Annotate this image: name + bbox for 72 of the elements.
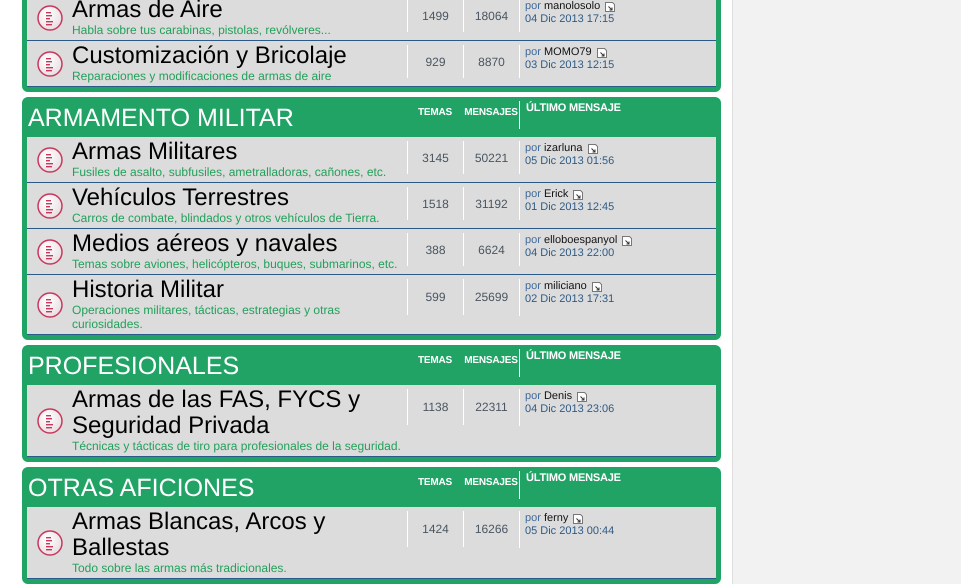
page-arrow-icon[interactable] — [588, 144, 598, 154]
last-post-date: 02 Dic 2013 17:31 — [525, 293, 614, 305]
last-post-date: 04 Dic 2013 17:15 — [525, 13, 614, 25]
column-header: MENSAJES — [464, 476, 518, 490]
topic-count: 3145 — [407, 141, 463, 174]
forum-description: Temas sobre aviones, helicópteros, buques, submarinos, etc. — [72, 257, 398, 271]
page-arrow-icon[interactable] — [605, 2, 616, 12]
topic-count: 599 — [407, 279, 463, 315]
forum-icon — [37, 192, 63, 218]
last-post-date: 04 Dic 2013 23:06 — [525, 403, 614, 415]
page-arrow-icon[interactable] — [573, 190, 584, 200]
last-post-by: por izarluna — [525, 142, 582, 155]
column-header: MENSAJES — [464, 106, 518, 120]
forum-title[interactable]: Armas Militares — [72, 139, 386, 165]
column-header: ÚLTIMO MENSAJE — [519, 101, 621, 129]
column-header: ÚLTIMO MENSAJE — [519, 471, 621, 499]
forum-icon — [37, 408, 63, 434]
post-count: 22311 — [463, 389, 519, 425]
last-post-by: por MOMO79 — [525, 46, 592, 59]
forum-icon — [37, 292, 63, 318]
forum-title[interactable]: Medios aéreos y navales — [72, 231, 398, 257]
last-post-by: por Erick — [525, 188, 568, 201]
last-post-date: 01 Dic 2013 12:45 — [525, 201, 614, 213]
forum-description: Reparaciones y modificaciones de armas de aire — [72, 69, 332, 83]
topic-count: 929 — [407, 45, 463, 78]
forum-description: Carros de combate, blindados y otros vehículos de Tierra. — [72, 211, 380, 225]
topic-count: 1138 — [407, 389, 463, 425]
page-arrow-icon[interactable] — [596, 48, 607, 58]
last-post-date: 05 Dic 2013 01:56 — [525, 155, 614, 167]
post-count: 50221 — [463, 141, 519, 174]
topic-count: 1499 — [407, 0, 463, 32]
forum-title[interactable]: Customización y Bricolaje — [72, 43, 347, 69]
post-count: 18064 — [463, 0, 519, 32]
last-post-by: por elloboespanyol — [525, 234, 618, 247]
post-count: 6624 — [463, 233, 519, 266]
last-post-by: por manolosolo — [525, 0, 600, 13]
forum-icon — [37, 50, 63, 76]
topic-count: 1424 — [407, 511, 463, 547]
forum-icon — [37, 4, 63, 30]
forum-description: Todo sobre las armas más tradicionales. — [72, 561, 288, 575]
forum-description: Habla sobre tus carabinas, pistolas, revólveres... — [72, 23, 331, 37]
page-arrow-icon[interactable] — [577, 392, 588, 402]
forum-title[interactable]: Armas de las FAS, FYCS y Seguridad Privada — [72, 387, 407, 439]
column-header: TEMAS — [418, 476, 452, 490]
post-count: 31192 — [463, 187, 519, 220]
topic-count: 1518 — [407, 187, 463, 220]
last-post-date: 05 Dic 2013 00:44 — [525, 525, 614, 537]
forum-title[interactable]: Armas Blancas, Arcos y Ballestas — [72, 509, 407, 561]
page-arrow-icon[interactable] — [573, 514, 584, 524]
post-count: 25699 — [463, 279, 519, 315]
forum-title[interactable]: Vehículos Terrestres — [72, 185, 380, 211]
last-post-date: 03 Dic 2013 12:15 — [525, 59, 614, 71]
forum-title[interactable]: Historia Militar — [72, 277, 407, 303]
forum-icon — [37, 238, 63, 264]
forum-icon — [37, 146, 63, 172]
post-count: 8870 — [463, 45, 519, 78]
forum-description: Operaciones militares, tácticas, estrategias y otras curiosidades. — [72, 303, 342, 331]
page-arrow-icon[interactable] — [622, 236, 632, 246]
page-arrow-icon[interactable] — [592, 282, 602, 292]
forum-description: Fusiles de asalto, subfusiles, ametralladoras, cañones, etc. — [72, 165, 386, 179]
forum-description: Técnicas y tácticas de tiro para profesionales de la seguridad. — [72, 439, 402, 453]
last-post-by: por Denis — [525, 390, 572, 403]
last-post-date: 04 Dic 2013 22:00 — [525, 247, 614, 259]
forum-icon — [37, 530, 63, 556]
last-post-by: por miliciano — [525, 280, 587, 293]
topic-count: 388 — [407, 233, 463, 266]
last-post-by: por ferny — [525, 512, 568, 525]
column-header: ÚLTIMO MENSAJE — [519, 349, 621, 377]
post-count: 16266 — [463, 511, 519, 547]
column-header: TEMAS — [418, 354, 452, 368]
column-header: MENSAJES — [464, 354, 518, 368]
column-header: TEMAS — [418, 106, 452, 120]
